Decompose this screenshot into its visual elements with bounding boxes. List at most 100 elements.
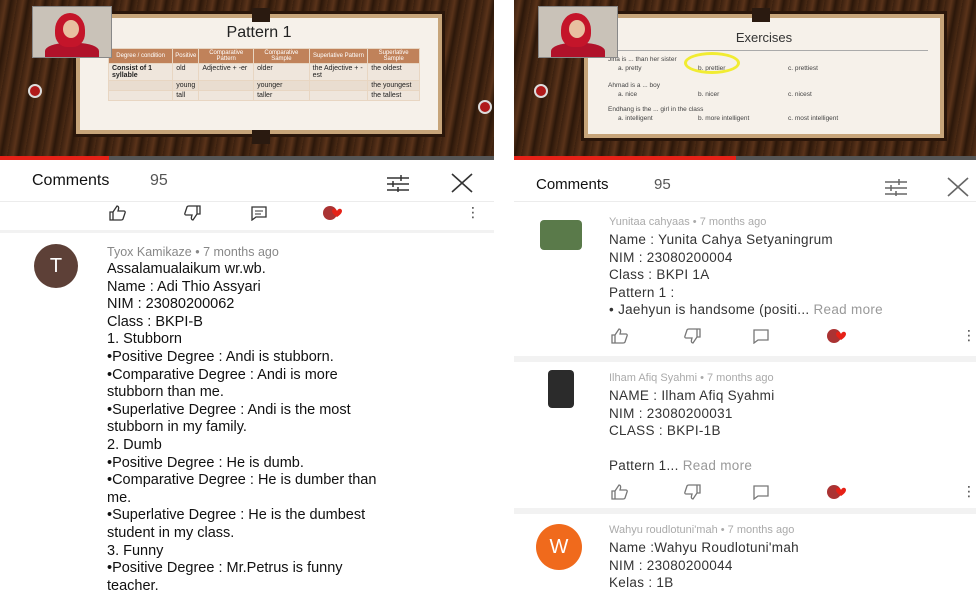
slide-title: Exercises: [735, 30, 793, 45]
comment-line: NIM : 23080200004: [609, 249, 733, 265]
comment-line: •Superlative Degree : He is the dumbest: [107, 507, 366, 524]
comment: W Wahyu roudlotuni'mah • 7 months ago Na…: [514, 516, 976, 591]
comments-title: Comments: [536, 176, 609, 193]
presenter-webcam: [538, 6, 618, 58]
more-options-icon[interactable]: ⋮: [962, 484, 976, 500]
like-icon[interactable]: [610, 484, 628, 500]
more-options-icon[interactable]: ⋮: [466, 205, 480, 221]
comment-line: Name : Adi Thio Assyari: [107, 278, 261, 295]
table-cell: [308, 80, 369, 91]
more-options-icon[interactable]: ⋮: [962, 328, 976, 344]
video-player[interactable]: Pattern 1 Degree / condition Positive Co…: [0, 0, 494, 160]
comment-actions: ⋮: [514, 326, 976, 350]
creator-heart-icon: [323, 206, 342, 220]
slide-rule: [608, 50, 928, 51]
dislike-icon[interactable]: [684, 484, 702, 500]
comment-meta: Tyox Kamikaze • 7 months ago: [107, 245, 279, 259]
speech-bubble-icon: [28, 84, 42, 98]
exercise-option: b. nicer: [698, 91, 720, 98]
comment-line-truncated: • Jaehyun is handsome (positi...: [609, 302, 810, 317]
speech-bubble-icon: [534, 84, 548, 98]
comment-line: Class : BKPI 1A: [609, 267, 710, 282]
panel-gap: [494, 0, 514, 591]
read-more-link[interactable]: Read more: [814, 302, 883, 317]
comment: Yunitaa cahyaas • 7 months ago Name : Yu…: [514, 208, 976, 358]
creator-heart-icon: [827, 485, 846, 499]
exercise-option: c. prettiest: [788, 65, 818, 72]
table-header: Comparative Sample: [253, 48, 310, 64]
comment-body: Name : Yunita Cahya Setyaningrum NIM : 2…: [609, 231, 883, 319]
comments-title: Comments: [32, 172, 110, 189]
table-cell: [107, 90, 174, 101]
table-cell: the oldest: [367, 63, 420, 81]
table-cell: Adjective + -er: [198, 63, 255, 81]
comment-line: 3. Funny: [107, 542, 164, 559]
comment-line: •Positive Degree : He is dumb.: [107, 454, 304, 471]
dislike-icon[interactable]: [684, 328, 702, 344]
exercise-option: b. more intelligent: [698, 115, 750, 122]
like-icon[interactable]: [610, 328, 628, 344]
comment-line: Assalamualaikum wr.wb.: [107, 261, 266, 277]
video-player[interactable]: Exercises Jina is ... than her sister a.…: [514, 0, 976, 160]
exercise-question: Ahmad is a ... boy: [608, 82, 661, 89]
speech-bubble-icon: [478, 100, 492, 114]
sort-filter-icon[interactable]: [884, 178, 908, 196]
comment-line: • Jaehyun is handsome (positi... Read mo…: [609, 301, 883, 319]
reply-icon[interactable]: [250, 205, 268, 221]
comment-line: stubborn than me.: [107, 384, 224, 401]
comment-line: NIM : 23080200062: [107, 296, 235, 313]
exercise-option: c. nicest: [788, 91, 812, 98]
comment-line: •Comparative Degree : He is dumber than: [107, 472, 377, 489]
avatar[interactable]: W: [536, 524, 582, 570]
exercise-question: Endhang is the ... girl in the class: [608, 106, 704, 113]
close-icon[interactable]: [946, 176, 970, 198]
table-cell: [198, 80, 255, 91]
avatar[interactable]: T: [34, 244, 78, 288]
divider: [514, 356, 976, 362]
divider: [0, 230, 494, 233]
table-cell: [107, 80, 174, 91]
comment-actions: ⋮: [514, 482, 976, 506]
slide-clip: [252, 130, 270, 144]
table-cell: taller: [253, 90, 310, 101]
left-screenshot: Pattern 1 Degree / condition Positive Co…: [0, 0, 494, 591]
table-cell: [308, 90, 369, 101]
comment-line: •Positive Degree : Mr.Petrus is funny: [107, 560, 343, 577]
reply-icon[interactable]: [752, 328, 770, 344]
reply-icon[interactable]: [752, 484, 770, 500]
exercise-option: a. nice: [618, 91, 638, 98]
dislike-icon[interactable]: [184, 205, 202, 221]
slide-clip: [752, 8, 770, 22]
comment-line: stubborn in my family.: [107, 419, 247, 436]
table-cell: young: [172, 80, 200, 91]
creator-heart-icon: [827, 329, 846, 343]
exercise-option: a. pretty: [618, 65, 642, 72]
comment-line: Pattern 1... Read more: [609, 457, 775, 475]
like-icon[interactable]: [108, 205, 126, 221]
right-screenshot: Exercises Jina is ... than her sister a.…: [514, 0, 976, 591]
comment-line: •Superlative Degree : Andi is the most: [107, 401, 351, 418]
comment-body: Name :Wahyu Roudlotuni'mah NIM : 2308020…: [609, 539, 799, 591]
comment-line: Name :Wahyu Roudlotuni'mah: [609, 540, 799, 555]
comment-line-truncated: Pattern 1...: [609, 457, 679, 473]
sort-filter-icon[interactable]: [386, 174, 410, 192]
comment-meta: Wahyu roudlotuni'mah • 7 months ago: [609, 524, 795, 536]
avatar[interactable]: [548, 370, 574, 408]
comment-line: me.: [107, 489, 132, 506]
comment-line: Pattern 1 :: [609, 284, 675, 300]
table-header: Degree / condition: [107, 48, 174, 64]
table-cell: old: [172, 63, 200, 81]
table-header: Comparative Pattern: [198, 48, 255, 64]
comment-meta: Yunitaa cahyaas • 7 months ago: [609, 216, 767, 228]
read-more-link[interactable]: Read more: [683, 458, 752, 473]
avatar[interactable]: [540, 220, 582, 250]
table-cell: the youngest: [367, 80, 420, 91]
slide-title: Pattern 1: [226, 24, 292, 41]
comment-body: NAME : Ilham Afiq Syahmi NIM : 230802000…: [609, 387, 775, 474]
table-header: Positive: [172, 48, 200, 64]
exercise-question: Jina is ... than her sister: [608, 56, 677, 63]
comment-line: Kelas : 1B: [609, 575, 674, 590]
close-icon[interactable]: [450, 172, 474, 194]
comment-line: Class : BKPI-B: [107, 313, 203, 330]
table-cell: the tallest: [367, 90, 420, 101]
